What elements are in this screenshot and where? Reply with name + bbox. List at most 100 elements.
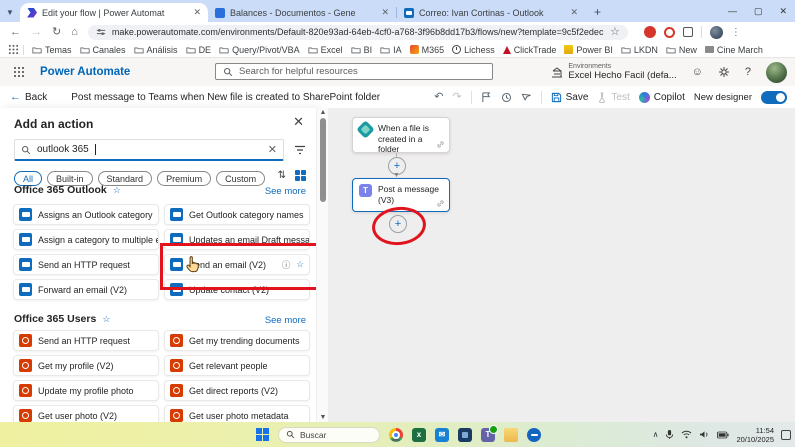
teams-taskbar-icon[interactable]: T (481, 424, 498, 442)
bookmark-temas[interactable]: Temas (32, 45, 72, 55)
bookmark-star-icon[interactable]: ☆ (610, 26, 620, 38)
favorite-star-icon[interactable]: ☆ (102, 314, 110, 325)
wifi-icon[interactable] (681, 430, 692, 439)
forward-icon[interactable]: → (31, 26, 42, 38)
app-title[interactable]: Power Automate (40, 66, 130, 78)
tab-close-icon[interactable]: ✕ (570, 7, 578, 18)
notifications-icon[interactable] (781, 429, 791, 440)
chrome-taskbar-icon[interactable] (389, 427, 403, 442)
tray-chevron-icon[interactable]: ∧ (653, 430, 659, 439)
history-icon[interactable] (501, 92, 512, 103)
tab-power-automate[interactable]: Edit your flow | Power Automat ✕ (20, 3, 208, 22)
bookmark-cine-march[interactable]: Cine March (704, 45, 763, 55)
close-button[interactable]: ✕ (779, 6, 787, 17)
profile-avatar[interactable] (709, 25, 723, 39)
flow-title[interactable]: Post message to Teams when New file is c… (71, 92, 380, 103)
bookmark-clicktrade[interactable]: ClickTrade (502, 45, 556, 55)
back-button[interactable]: ← Back (10, 91, 47, 103)
copilot-button[interactable]: Copilot (638, 91, 685, 103)
back-icon[interactable]: ← (10, 26, 21, 38)
bookmark-new[interactable]: New (666, 45, 697, 55)
action-card[interactable]: Assign a category to multiple emails (13, 229, 159, 250)
bookmark-lichess[interactable]: Lichess (452, 45, 495, 55)
red-extension-icon[interactable] (663, 26, 675, 38)
extensions-icon[interactable] (682, 27, 693, 37)
test-button[interactable]: Test (597, 92, 630, 103)
site-settings-icon[interactable] (96, 27, 106, 37)
bookmark-excel[interactable]: Excel (308, 45, 343, 55)
action-search-input[interactable]: outlook 365 ✕ (14, 139, 284, 161)
tab-close-icon[interactable]: ✕ (381, 7, 389, 18)
app-circle-icon[interactable] (527, 427, 541, 442)
flow-checker-icon[interactable] (481, 91, 492, 103)
adblock-extension-icon[interactable] (643, 26, 656, 38)
bookmark-bi[interactable]: BI (351, 45, 372, 55)
see-more-link[interactable]: See more (265, 186, 306, 197)
maximize-button[interactable]: ▢ (754, 6, 763, 17)
microphone-icon[interactable] (665, 429, 674, 440)
app-taskbar-icon[interactable] (458, 427, 472, 442)
tab-close-icon[interactable]: ✕ (193, 7, 201, 18)
action-card[interactable]: Update my profile photo (13, 380, 159, 401)
scrollbar-thumb[interactable] (320, 118, 326, 202)
favorite-star-icon[interactable]: ☆ (113, 185, 121, 196)
clock[interactable]: 11:54 20/10/2025 (736, 426, 774, 444)
undo-icon[interactable]: ↶ (434, 91, 443, 103)
battery-icon[interactable] (717, 431, 730, 439)
grid-view-icon[interactable] (295, 170, 306, 181)
action-card[interactable]: Get user photo metadata (164, 405, 310, 422)
new-tab-button[interactable]: + (594, 6, 601, 18)
action-card[interactable]: Assigns an Outlook category (13, 204, 159, 225)
refresh-icon[interactable]: ↻ (52, 26, 61, 38)
panel-close-icon[interactable]: ✕ (293, 114, 304, 130)
action-card[interactable]: Get my trending documents (164, 330, 310, 351)
filter-icon[interactable] (294, 144, 306, 156)
speaker-icon[interactable] (699, 430, 710, 439)
action-card[interactable]: Get user photo (V2) (13, 405, 159, 422)
apps-grid-icon[interactable] (8, 44, 19, 55)
help-search-input[interactable]: Search for helpful resources (215, 63, 493, 80)
bookmark-query-pivot-vba[interactable]: Query/Pivot/VBA (219, 45, 300, 55)
bookmark-analisis[interactable]: Análisis (133, 45, 178, 55)
action-card[interactable]: Get my profile (V2) (13, 355, 159, 376)
bookmark-m365[interactable]: M365 (409, 45, 444, 55)
action-card[interactable]: Send an HTTP request (13, 330, 159, 351)
tab-search-chevron-icon[interactable]: ▼ (0, 8, 20, 17)
save-button[interactable]: Save (551, 92, 588, 103)
bookmark-de[interactable]: DE (185, 45, 211, 55)
action-card[interactable]: Forward an email (V2) (13, 279, 159, 300)
redo-icon[interactable]: ↷ (452, 91, 461, 103)
home-icon[interactable]: ⌂ (71, 26, 78, 38)
file-explorer-icon[interactable] (504, 427, 518, 442)
sort-icon[interactable]: ⇅ (278, 170, 286, 181)
feedback-smiley-icon[interactable]: ☺ (692, 66, 703, 78)
settings-gear-icon[interactable] (718, 66, 730, 78)
bookmark-ia[interactable]: IA (380, 45, 402, 55)
outlook-taskbar-icon[interactable]: ✉ (435, 427, 449, 442)
new-designer-toggle[interactable] (761, 90, 787, 104)
minimize-button[interactable]: — (728, 6, 737, 16)
see-more-link[interactable]: See more (265, 315, 306, 326)
chip-premium[interactable]: Premium (157, 171, 212, 186)
windows-start-icon[interactable] (256, 428, 269, 441)
tab-balances[interactable]: Balances - Documentos - Gene ✕ (208, 3, 396, 22)
waffle-menu-icon[interactable] (13, 66, 25, 78)
help-icon[interactable]: ? (745, 66, 751, 78)
excel-taskbar-icon[interactable]: x (412, 427, 426, 442)
bookmark-canales[interactable]: Canales (79, 45, 126, 55)
flow-canvas[interactable]: When a file is created in a folder + ▼ T… (328, 108, 795, 422)
bookmark-lkdn[interactable]: LKDN (621, 45, 658, 55)
action-card[interactable]: Get Outlook category names (164, 204, 310, 225)
bookmark-powerbi[interactable]: Power BI (564, 45, 613, 55)
action-card[interactable]: Get relevant people (164, 355, 310, 376)
taskbar-search-input[interactable]: Buscar (278, 426, 380, 443)
action-card[interactable]: Send an HTTP request (13, 254, 159, 275)
user-avatar[interactable] (766, 61, 787, 83)
clear-search-icon[interactable]: ✕ (268, 143, 277, 156)
browser-menu-icon[interactable]: ⋮ (731, 27, 741, 38)
action-card[interactable]: Get direct reports (V2) (164, 380, 310, 401)
url-box[interactable]: make.powerautomate.com/environments/Defa… (87, 24, 628, 40)
chip-custom[interactable]: Custom (216, 171, 266, 186)
trigger-node-when-file-created[interactable]: When a file is created in a folder (352, 117, 450, 154)
tab-outlook[interactable]: Correo: Ivan Cortinas - Outlook ✕ (397, 3, 585, 22)
